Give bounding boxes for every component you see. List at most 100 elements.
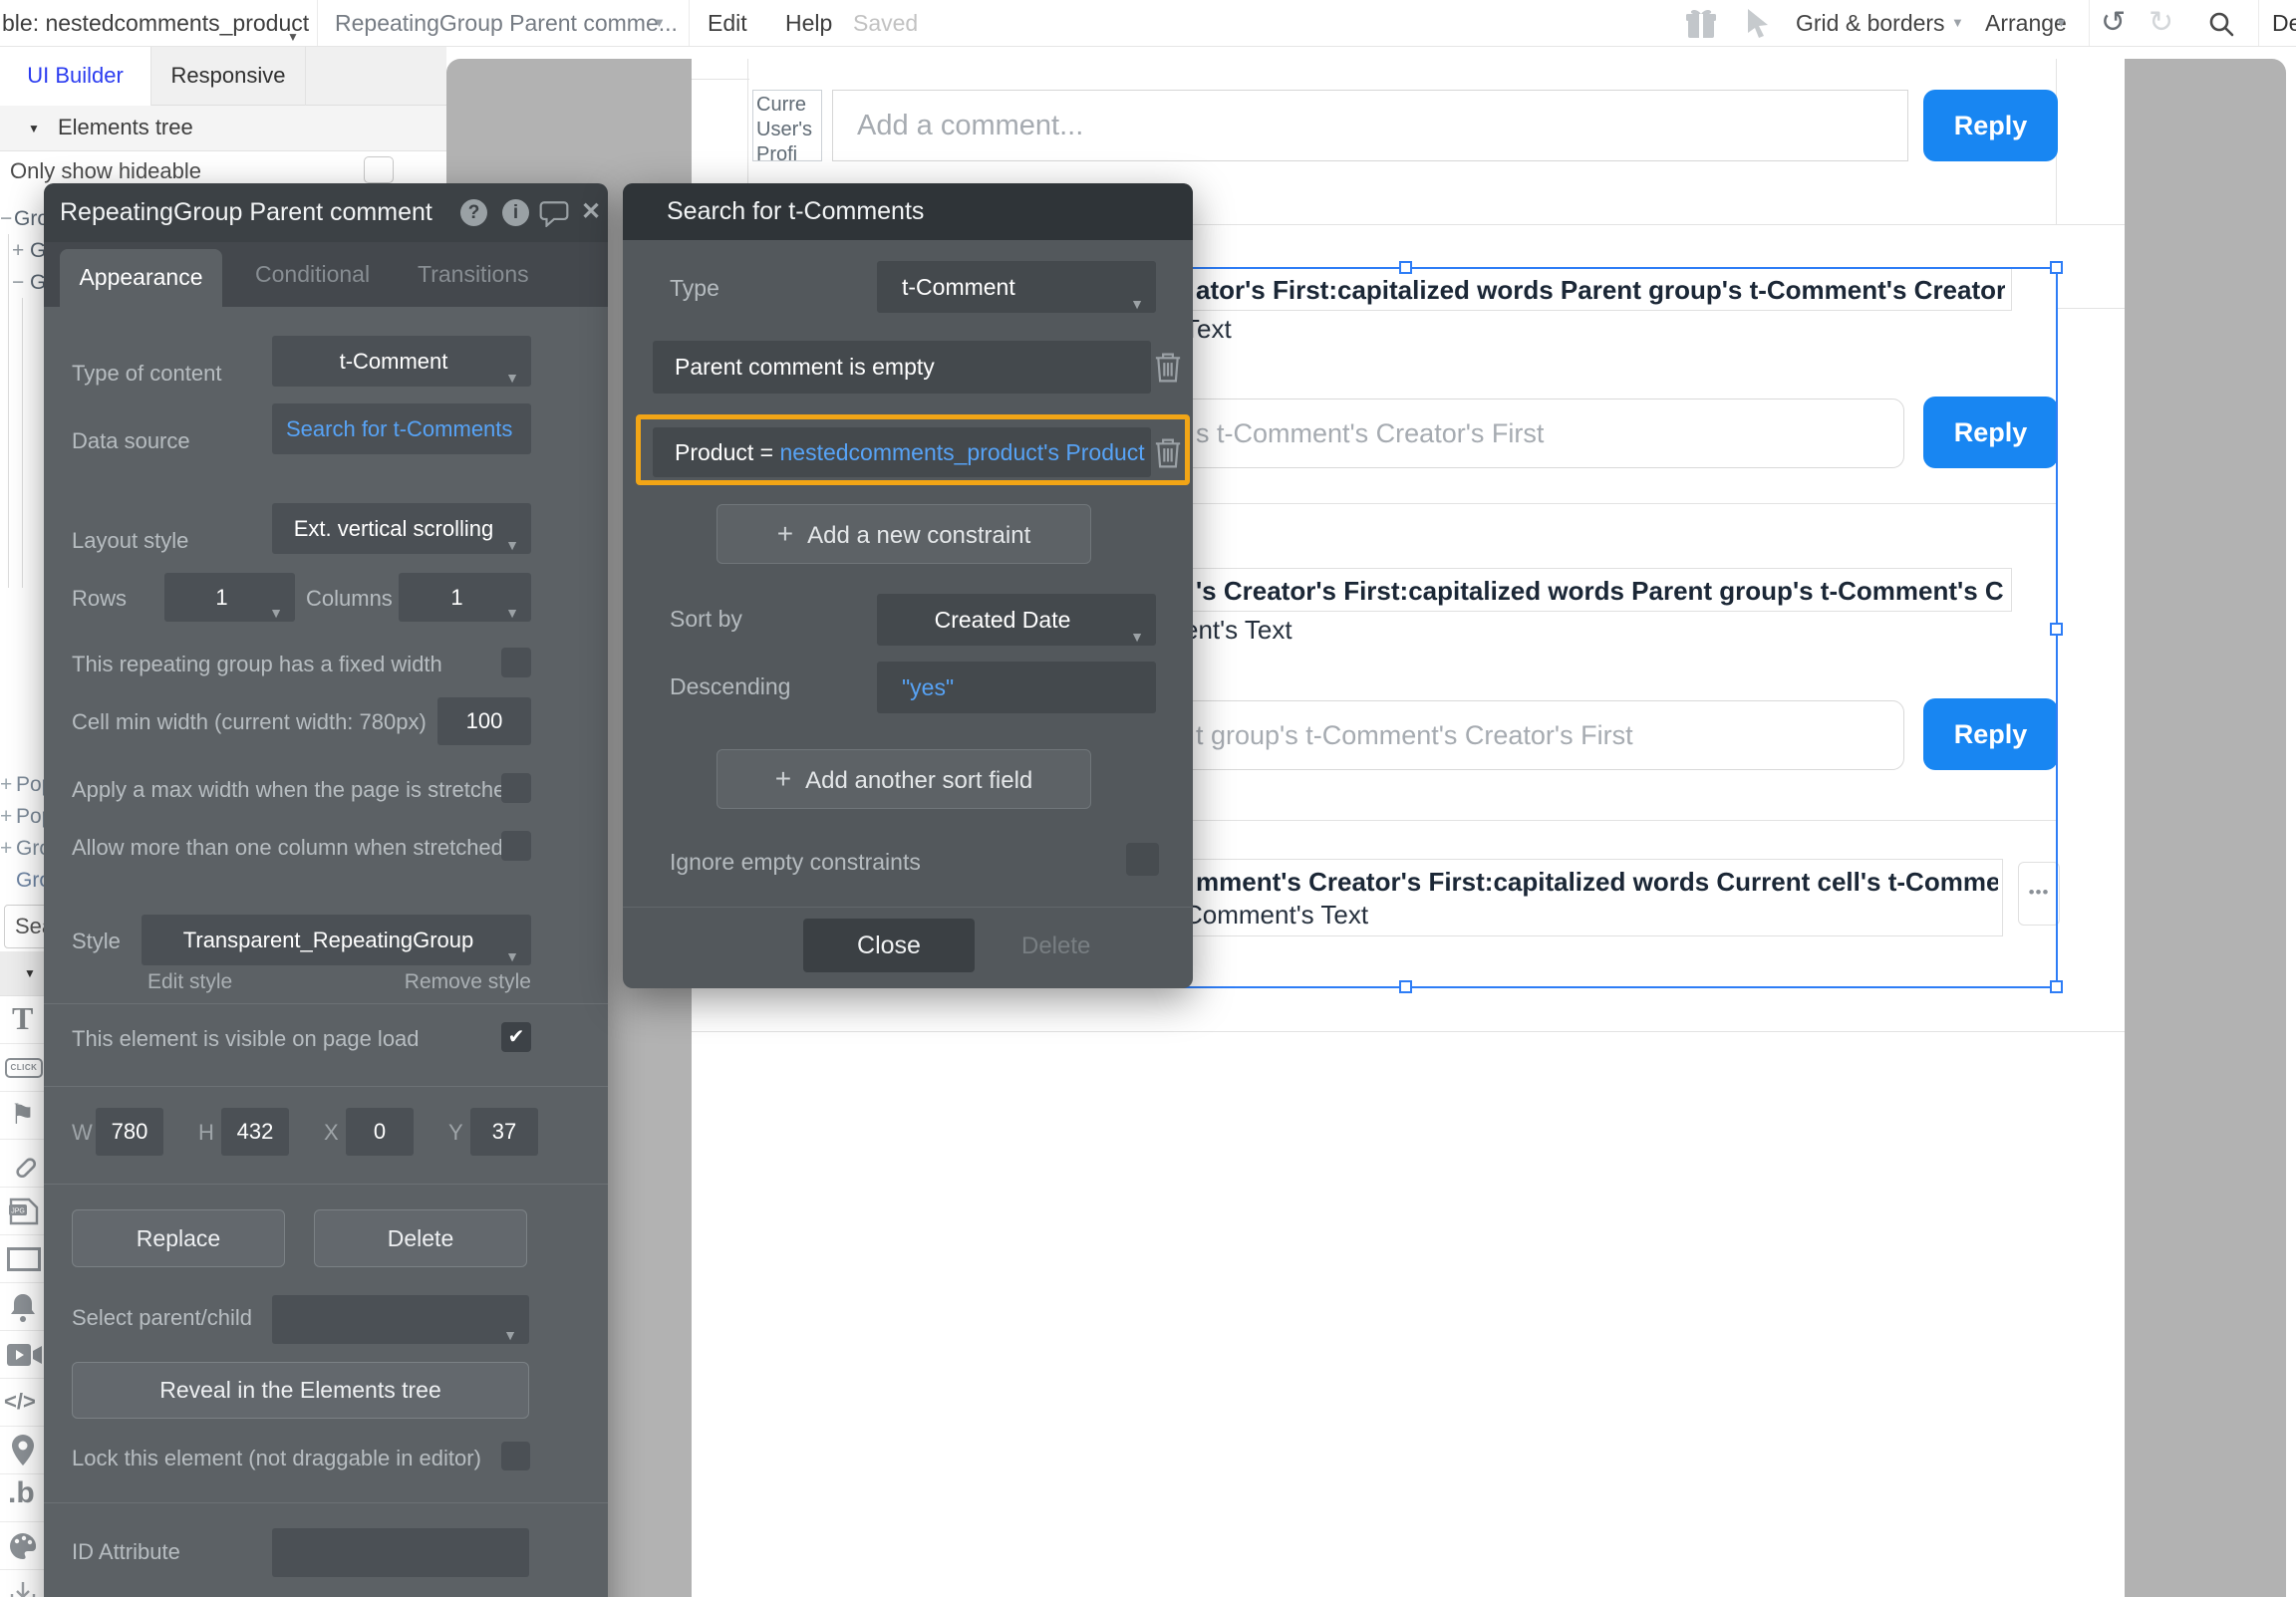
- trash-icon[interactable]: [1153, 351, 1183, 385]
- comment-title-text[interactable]: mment's Creator's First:capitalized word…: [1196, 867, 1998, 898]
- tree-expander-icon[interactable]: +: [0, 805, 12, 829]
- property-editor-header[interactable]: RepeatingGroup Parent comment ? i ✕: [44, 183, 608, 242]
- tab-responsive[interactable]: Responsive: [151, 47, 306, 106]
- tab-transitions[interactable]: Transitions: [418, 242, 529, 307]
- search-popup-header[interactable]: Search for t-Comments: [623, 183, 1193, 240]
- comment-body-text[interactable]: ent's Text: [1184, 615, 1292, 646]
- cell-menu-button[interactable]: •••: [2018, 862, 2060, 926]
- selection-handle[interactable]: [2050, 623, 2063, 636]
- tab-ui-builder[interactable]: UI Builder: [0, 47, 151, 106]
- delete-button[interactable]: Delete: [314, 1209, 527, 1267]
- grid-borders-menu[interactable]: Grid & borders: [1796, 0, 1945, 46]
- reply-button[interactable]: Reply: [1923, 397, 2058, 468]
- visible-checkbox[interactable]: ✔: [501, 1022, 531, 1052]
- link-tool-icon: [8, 1150, 38, 1180]
- select-parent-label: Select parent/child: [72, 1305, 252, 1331]
- comment-title-text[interactable]: ator's First:capitalized words Parent gr…: [1196, 275, 2005, 306]
- selection-handle[interactable]: [2050, 980, 2063, 993]
- html-tool-icon: </>: [4, 1389, 36, 1415]
- gift-icon[interactable]: [1684, 8, 1718, 40]
- fixed-width-checkbox[interactable]: [501, 648, 531, 677]
- close-icon[interactable]: ✕: [581, 197, 601, 226]
- id-attribute-input[interactable]: [272, 1528, 529, 1577]
- help-icon[interactable]: ?: [460, 199, 487, 226]
- saved-status: Saved: [853, 0, 918, 46]
- x-input[interactable]: 0: [346, 1108, 414, 1156]
- undo-icon[interactable]: ↺: [2101, 0, 2126, 46]
- reveal-button[interactable]: Reveal in the Elements tree: [72, 1362, 529, 1419]
- search-icon[interactable]: [2208, 11, 2234, 37]
- descending-input[interactable]: "yes": [877, 662, 1156, 713]
- divider: [623, 907, 1193, 908]
- cell-min-width-label: Cell min width (current width: 780px): [72, 709, 427, 735]
- remove-style-link[interactable]: Remove style: [405, 970, 531, 994]
- property-editor-tabs: Appearance Conditional Transitions: [44, 242, 608, 307]
- delete-button-disabled[interactable]: Delete: [1021, 932, 1090, 960]
- tab-conditional[interactable]: Conditional: [255, 242, 370, 307]
- data-source-button[interactable]: Search for t-Comments: [272, 403, 531, 454]
- add-sort-button[interactable]: +Add another sort field: [717, 749, 1091, 809]
- select-parent-dropdown[interactable]: ▼: [272, 1295, 529, 1344]
- reply-button[interactable]: Reply: [1923, 90, 2058, 161]
- one-column-checkbox[interactable]: [501, 831, 531, 861]
- max-width-checkbox[interactable]: [501, 773, 531, 803]
- dev-label[interactable]: De: [2272, 0, 2296, 46]
- style-dropdown[interactable]: Transparent_RepeatingGroup▼: [142, 915, 531, 965]
- comment-title-text[interactable]: 's Creator's First:capitalized words Par…: [1196, 576, 2005, 607]
- layout-style-dropdown[interactable]: Ext. vertical scrolling▼: [272, 503, 531, 554]
- comment-body-text[interactable]: Comment's Text: [1184, 900, 1368, 931]
- elements-tree-header[interactable]: ▼ Elements tree: [0, 106, 446, 151]
- divider: [44, 1003, 608, 1004]
- tree-expander-icon[interactable]: +: [0, 773, 12, 797]
- close-button[interactable]: Close: [803, 919, 975, 972]
- menu-help[interactable]: Help: [785, 0, 832, 46]
- add-constraint-button[interactable]: +Add a new constraint: [717, 504, 1091, 564]
- profile-image-label: Curre User's Profi: [753, 91, 821, 161]
- type-of-content-dropdown[interactable]: t-Comment▼: [272, 336, 531, 387]
- sort-by-label: Sort by: [670, 606, 742, 633]
- type-value: t-Comment: [877, 274, 1015, 300]
- w-input[interactable]: 780: [96, 1108, 163, 1156]
- comment-bubble-icon[interactable]: [539, 200, 569, 227]
- sort-by-dropdown[interactable]: Created Date ▼: [877, 594, 1156, 646]
- tree-expander-icon[interactable]: +: [0, 837, 12, 861]
- chevron-down-icon: ▼: [505, 353, 519, 403]
- page-title[interactable]: ble: nestedcomments_product: [2, 0, 309, 46]
- selection-handle[interactable]: [1399, 261, 1412, 274]
- cell-min-width-input[interactable]: 100: [437, 697, 531, 745]
- info-icon[interactable]: i: [502, 199, 529, 226]
- menu-edit[interactable]: Edit: [708, 0, 747, 46]
- chevron-down-icon[interactable]: ▼: [653, 0, 666, 46]
- type-dropdown[interactable]: t-Comment ▼: [877, 261, 1156, 313]
- tree-expander-icon[interactable]: −: [12, 271, 24, 295]
- redo-icon[interactable]: ↻: [2149, 0, 2173, 46]
- columns-dropdown[interactable]: 1▼: [399, 573, 531, 622]
- divider: [44, 1086, 608, 1087]
- cursor-icon[interactable]: [1746, 9, 1772, 39]
- lock-checkbox[interactable]: [501, 1442, 530, 1470]
- y-label: Y: [448, 1120, 463, 1146]
- h-input[interactable]: 432: [221, 1108, 289, 1156]
- selection-handle[interactable]: [2050, 261, 2063, 274]
- tree-expander-icon[interactable]: +: [12, 239, 24, 263]
- constraint-row[interactable]: Parent comment is empty: [653, 341, 1151, 394]
- profile-image-placeholder[interactable]: Curre User's Profi: [752, 90, 822, 161]
- svg-text:JPG: JPG: [11, 1208, 25, 1215]
- chevron-down-icon[interactable]: ▼: [287, 30, 299, 44]
- edit-style-link[interactable]: Edit style: [147, 970, 232, 994]
- button-tool-icon: CLICK: [5, 1058, 43, 1078]
- y-input[interactable]: 37: [470, 1108, 538, 1156]
- sort-by-value: Created Date: [877, 594, 1156, 646]
- element-selector-dropdown[interactable]: RepeatingGroup Parent comme...: [335, 0, 678, 46]
- only-show-hideable-checkbox[interactable]: [364, 156, 394, 183]
- topbar-divider: [2089, 0, 2090, 46]
- replace-button[interactable]: Replace: [72, 1209, 285, 1267]
- tab-appearance[interactable]: Appearance: [60, 249, 222, 307]
- w-label: W: [72, 1120, 93, 1146]
- selection-handle[interactable]: [1399, 980, 1412, 993]
- alert-tool-icon: [8, 1291, 38, 1323]
- rows-dropdown[interactable]: 1▼: [164, 573, 295, 622]
- ignore-constraints-checkbox[interactable]: [1126, 843, 1159, 876]
- reply-button[interactable]: Reply: [1923, 698, 2058, 770]
- tree-expander-icon[interactable]: −: [0, 207, 12, 231]
